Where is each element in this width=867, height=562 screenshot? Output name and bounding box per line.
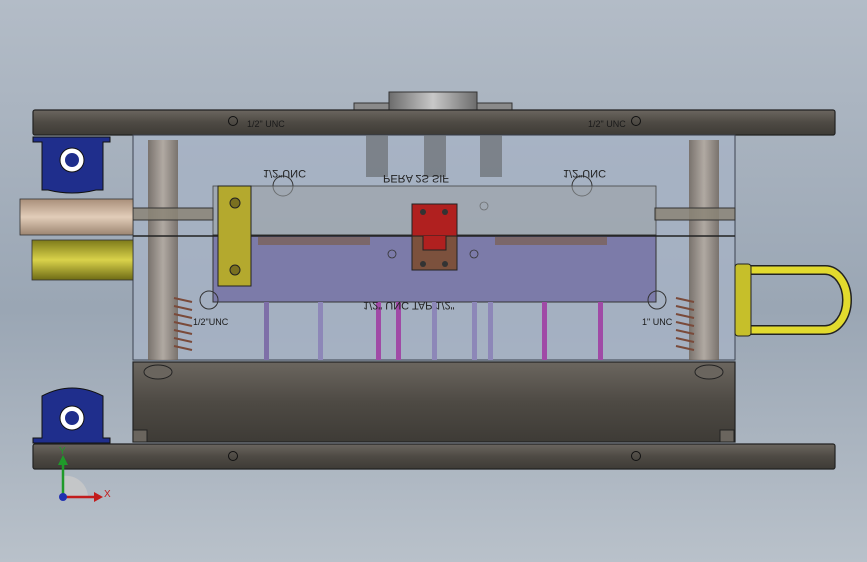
y-axis-label: Y bbox=[59, 446, 66, 457]
red-lock-block[interactable] bbox=[411, 203, 458, 271]
sprue-bushing[interactable] bbox=[353, 91, 513, 112]
x-axis-label: X bbox=[104, 489, 111, 500]
left-cylinders[interactable] bbox=[19, 198, 134, 281]
blue-bracket-top[interactable] bbox=[32, 136, 111, 194]
thread-label: 1/2" UNC bbox=[588, 119, 626, 129]
thread-label: 1/2" UNC bbox=[247, 119, 285, 129]
moving-plate[interactable] bbox=[132, 361, 736, 443]
top-clamp-plate[interactable]: 1/2" UNC 1/2" UNC bbox=[32, 109, 836, 136]
bottom-clamp-plate[interactable] bbox=[32, 443, 836, 470]
cad-viewport[interactable]: 1/2" UNC 1/2" UNC 1/2"UNC 1/2"UNC PERA 2… bbox=[0, 0, 867, 562]
triad-quadrant bbox=[63, 475, 88, 497]
z-axis-dot bbox=[59, 493, 67, 501]
blue-bracket-bottom[interactable] bbox=[32, 387, 111, 444]
thread-label: 1" UNC bbox=[642, 317, 673, 327]
lifting-handle[interactable] bbox=[734, 263, 852, 337]
olive-clamp-bar[interactable] bbox=[217, 185, 252, 287]
mirrored-label: 1/2"UNC bbox=[563, 167, 606, 179]
mirrored-label: 1/2" UNC TAP 1/2" bbox=[363, 299, 455, 311]
mirrored-label: PERA 2S SIF bbox=[383, 172, 449, 184]
thread-label: 1/2"UNC bbox=[193, 317, 229, 327]
mirrored-label: 1/2"UNC bbox=[263, 167, 306, 179]
